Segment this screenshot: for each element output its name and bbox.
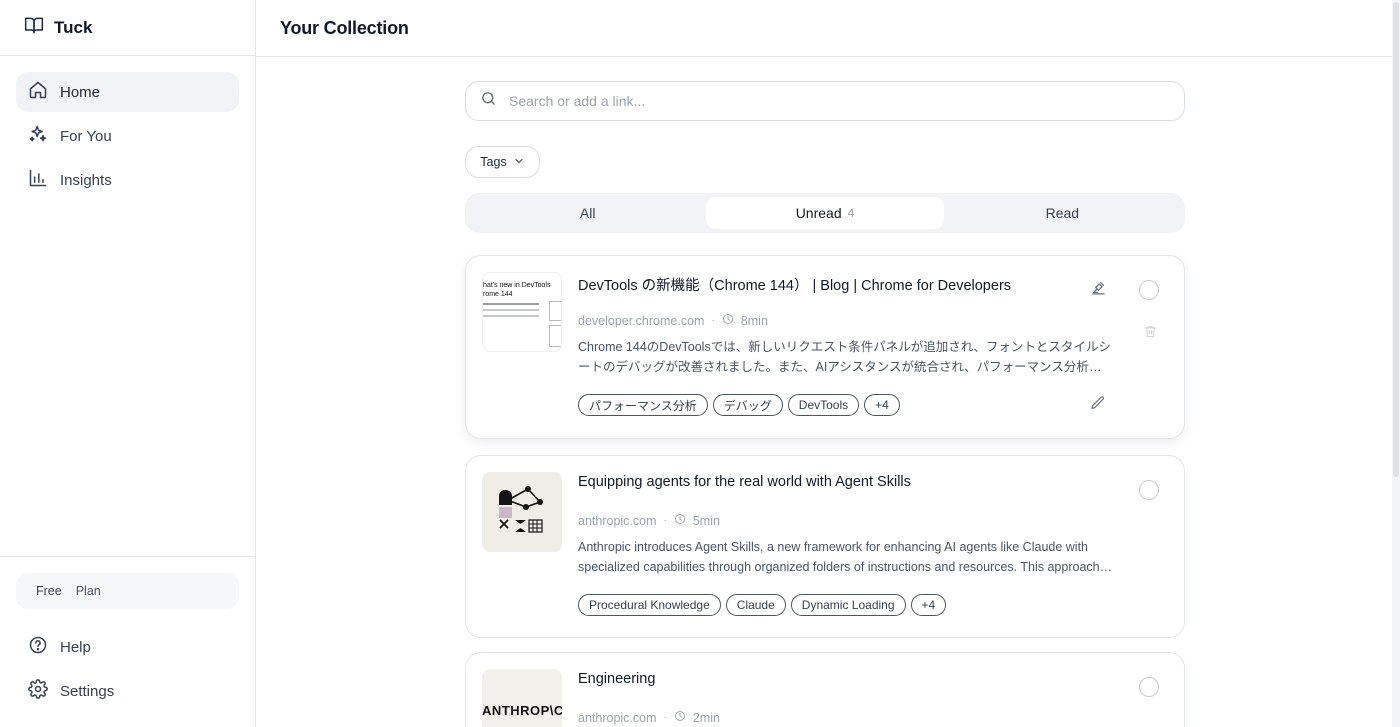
main-content: Your Collection Tags All Unrea (256, 0, 1400, 727)
trash-icon (1143, 324, 1158, 344)
clock-icon (722, 313, 734, 328)
mark-read-toggle[interactable] (1139, 677, 1159, 697)
scrollbar[interactable] (1392, 0, 1400, 727)
bar-chart-icon (28, 168, 48, 192)
sidebar-item-label: For You (60, 127, 112, 145)
card-domain: developer.chrome.com (578, 313, 705, 328)
search-bar[interactable] (465, 81, 1185, 121)
card-description: Anthropic introduces Agent Skills, a new… (578, 540, 1100, 574)
sidebar-nav: Home For You Insights (0, 56, 255, 216)
help-label: Help (60, 638, 91, 656)
card-domain: anthropic.com (578, 513, 657, 528)
chevron-down-icon (513, 155, 525, 170)
thumbnail-line (483, 315, 539, 317)
card-tags: Procedural Knowledge Claude Dynamic Load… (578, 594, 947, 616)
card-thumbnail: ANTHROP\C (482, 669, 562, 727)
clock-icon (674, 513, 686, 528)
mark-read-toggle[interactable] (1139, 480, 1159, 500)
sparkles-icon (28, 124, 48, 148)
more-tags-chip[interactable]: +4 (864, 394, 900, 416)
card-title[interactable]: Equipping agents for the real world with… (578, 474, 1078, 490)
card-thumbnail (482, 472, 562, 552)
card-read-time: 2min (692, 710, 720, 725)
card-meta: anthropic.com · 5min (578, 513, 720, 528)
thumbnail-panel (549, 325, 561, 347)
meta-separator: · (663, 515, 667, 526)
sidebar-footer: Free Plan Help Settings (0, 556, 255, 727)
thumbnail-panel (549, 301, 561, 321)
tab-unread[interactable]: Unread 4 (706, 197, 944, 229)
home-icon (28, 80, 48, 104)
edit-button[interactable] (1088, 395, 1108, 415)
collection-panel: Tags All Unread 4 Read (465, 81, 1185, 233)
card-read-time: 8min (740, 313, 768, 328)
tab-all[interactable]: All (469, 197, 706, 229)
sidebar-item-help[interactable]: Help (16, 627, 239, 667)
card-title[interactable]: Engineering (578, 671, 1078, 687)
card-tags: パフォーマンス分析 デバッグ DevTools +4 (578, 394, 900, 416)
sidebar-item-insights[interactable]: Insights (16, 160, 239, 200)
brand[interactable]: Tuck (0, 0, 255, 56)
link-card[interactable]: hat's new in DevTools rome 144 DevTools … (465, 255, 1185, 439)
card-title[interactable]: DevTools の新機能（Chrome 144） | Blog | Chrom… (578, 274, 1078, 295)
help-circle-icon (28, 635, 48, 659)
mark-read-toggle[interactable] (1139, 280, 1159, 300)
tab-label: Read (1045, 205, 1080, 221)
pencil-icon (1090, 395, 1106, 416)
tag-chip[interactable]: Dynamic Loading (790, 594, 906, 616)
sidebar-item-settings[interactable]: Settings (16, 671, 239, 711)
card-thumbnail: hat's new in DevTools rome 144 (482, 272, 562, 352)
search-input[interactable] (509, 93, 1109, 109)
tags-filter-label: Tags (480, 155, 507, 169)
plan-label: Plan (75, 584, 101, 598)
tab-read[interactable]: Read (944, 197, 1181, 229)
tags-filter-button[interactable]: Tags (465, 146, 540, 178)
thumbnail-subheading: rome 144 (483, 291, 513, 298)
book-icon (24, 15, 44, 40)
card-domain: anthropic.com (578, 710, 657, 725)
link-card[interactable]: ANTHROP\C Engineering anthropic.com · 2m… (465, 652, 1185, 727)
more-tags-chip[interactable]: +4 (910, 594, 947, 616)
sidebar-item-label: Home (60, 83, 101, 101)
clock-icon (674, 710, 686, 725)
sidebar: Tuck Home For You Insights Free Plan Hel… (0, 0, 256, 727)
brand-name: Tuck (54, 17, 93, 37)
app: Tuck Home For You Insights Free Plan Hel… (0, 0, 1400, 727)
sidebar-item-label: Insights (60, 171, 112, 189)
tag-chip[interactable]: DevTools (787, 394, 860, 416)
gear-icon (28, 679, 48, 703)
highlighter-icon (1090, 279, 1107, 301)
plan-badge[interactable]: Free Plan (16, 573, 239, 609)
search-icon (480, 90, 497, 112)
plan-tier: Free (36, 584, 62, 598)
meta-separator: · (663, 712, 667, 723)
unread-count: 4 (847, 206, 855, 220)
read-status-tabs: All Unread 4 Read (465, 193, 1185, 233)
tag-chip[interactable]: デバッグ (712, 394, 783, 416)
card-meta: developer.chrome.com · 8min (578, 313, 768, 328)
tab-label: Unread (795, 205, 842, 221)
sidebar-item-home[interactable]: Home (16, 72, 239, 112)
settings-label: Settings (60, 682, 115, 700)
skills-artwork (499, 486, 543, 533)
meta-separator: · (711, 315, 715, 326)
delete-button[interactable] (1140, 324, 1160, 344)
tag-chip[interactable]: Procedural Knowledge (578, 594, 721, 616)
thumbnail-line (483, 309, 539, 311)
thumbnail-heading: hat's new in DevTools (483, 282, 551, 289)
sidebar-item-for-you[interactable]: For You (16, 116, 239, 156)
thumbnail-line (483, 303, 539, 305)
scrollbar-thumb[interactable] (1393, 2, 1399, 477)
card-meta: anthropic.com · 2min (578, 710, 720, 725)
highlight-button[interactable] (1088, 280, 1108, 300)
tab-label: All (579, 205, 596, 221)
tag-chip[interactable]: Claude (725, 594, 786, 616)
anthropic-wordmark: ANTHROP\C (482, 703, 562, 718)
link-card[interactable]: Equipping agents for the real world with… (465, 455, 1185, 638)
page-title: Your Collection (280, 17, 409, 38)
page-header: Your Collection (256, 0, 1400, 57)
card-read-time: 5min (692, 513, 720, 528)
tag-chip[interactable]: パフォーマンス分析 (578, 394, 708, 416)
card-description: Chrome 144のDevToolsでは、新しいリクエスト条件パネルが追加され… (578, 340, 1111, 374)
